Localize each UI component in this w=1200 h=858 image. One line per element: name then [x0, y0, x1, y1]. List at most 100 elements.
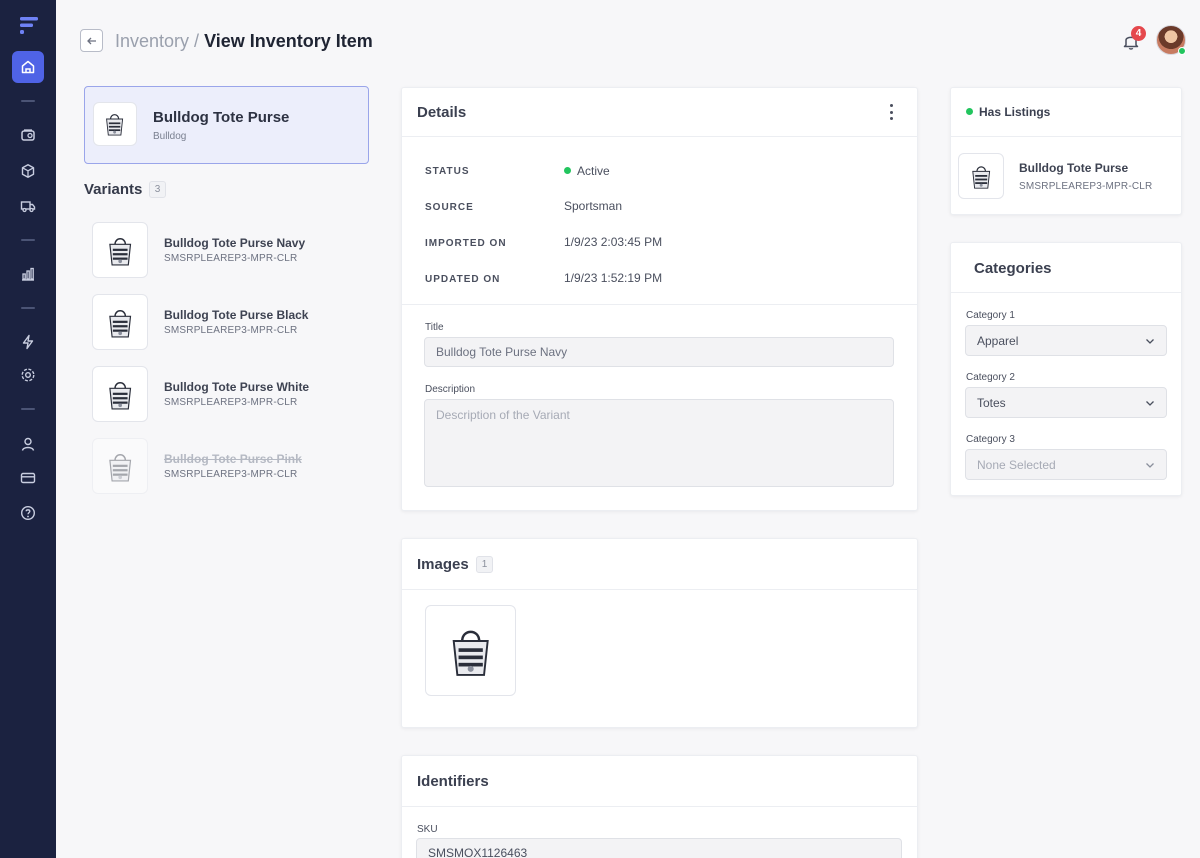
- details-title: Details: [417, 104, 467, 121]
- category-1-label: Category 1: [966, 310, 1015, 321]
- sidebar-divider: [21, 100, 35, 102]
- sidebar-item-inventory[interactable]: [12, 155, 44, 187]
- panel-divider: [401, 806, 918, 807]
- breadcrumb-separator: /: [189, 31, 205, 51]
- sidebar-item-settings[interactable]: [12, 359, 44, 391]
- listing-name[interactable]: Bulldog Tote Purse: [1019, 161, 1128, 175]
- tag-icon: [21, 129, 35, 141]
- category-2-value: Totes: [977, 395, 1006, 410]
- identifiers-title: Identifiers: [417, 773, 489, 790]
- imported-on-value: 1/9/23 2:03:45 PM: [564, 235, 663, 249]
- status-label: STATUS: [425, 166, 470, 177]
- sidebar-divider: [21, 408, 35, 410]
- product-brand: Bulldog: [153, 131, 187, 142]
- user-icon: [21, 437, 35, 451]
- breadcrumb-inventory-link[interactable]: Inventory: [115, 31, 189, 51]
- sku-field-label: SKU: [417, 824, 438, 835]
- listing-thumbnail[interactable]: [958, 153, 1004, 199]
- sidebar-item-listings[interactable]: [12, 119, 44, 151]
- variant-name-disabled[interactable]: Bulldog Tote Purse Pink: [164, 452, 302, 466]
- category-2-label: Category 2: [966, 372, 1015, 383]
- category-1-select[interactable]: Apparel: [965, 325, 1167, 356]
- title-field-label: Title: [425, 322, 444, 333]
- back-button[interactable]: [80, 29, 103, 52]
- sidebar-divider: [21, 307, 35, 309]
- sidebar-item-help[interactable]: [12, 497, 44, 529]
- box-icon: [21, 164, 35, 178]
- title-input[interactable]: Bulldog Tote Purse Navy: [424, 337, 894, 367]
- tote-bag-image: [102, 111, 127, 136]
- category-3-label: Category 3: [966, 434, 1015, 445]
- more-options-icon[interactable]: [890, 104, 894, 120]
- imported-on-label: IMPORTED ON: [425, 238, 507, 249]
- tote-bag-image: [968, 163, 994, 189]
- panel-divider: [950, 292, 1182, 293]
- sidebar-item-account[interactable]: [12, 428, 44, 460]
- variant-thumbnail[interactable]: [92, 294, 148, 350]
- tote-bag-image: [104, 234, 136, 266]
- variant-sku: SMSRPLEAREP3-MPR-CLR: [164, 397, 298, 408]
- variant-name[interactable]: Bulldog Tote Purse White: [164, 380, 309, 394]
- page-title: View Inventory Item: [204, 31, 373, 51]
- sidebar-item-automations[interactable]: [12, 326, 44, 358]
- bar-chart-icon: [22, 267, 34, 281]
- settings-icon: [21, 368, 35, 382]
- breadcrumb: Inventory / View Inventory Item: [115, 30, 373, 52]
- updated-on-value: 1/9/23 1:52:19 PM: [564, 271, 663, 285]
- updated-on-label: UPDATED ON: [425, 274, 501, 285]
- sidebar-item-analytics[interactable]: [12, 258, 44, 290]
- sidebar-divider: [21, 239, 35, 241]
- chevron-down-icon: [1146, 400, 1154, 406]
- arrow-left-icon: [86, 37, 96, 44]
- category-3-select[interactable]: None Selected: [965, 449, 1167, 480]
- help-icon: [20, 505, 36, 521]
- has-listings-label: Has Listings: [979, 105, 1051, 119]
- status-text: Active: [577, 164, 610, 178]
- sidebar-item-shipping[interactable]: [12, 190, 44, 222]
- variants-heading: Variants: [84, 181, 143, 198]
- chevron-down-icon: [1146, 338, 1154, 344]
- tote-bag-image: [104, 306, 136, 338]
- truck-icon: [20, 201, 36, 213]
- images-title: Images: [417, 556, 469, 573]
- variant-sku: SMSRPLEAREP3-MPR-CLR: [164, 469, 298, 480]
- sidebar-item-billing[interactable]: [12, 462, 44, 494]
- source-value: Sportsman: [564, 199, 623, 213]
- online-status-dot: [1178, 47, 1186, 55]
- panel-divider: [401, 136, 918, 137]
- status-active-dot: [564, 167, 571, 174]
- variant-sku: SMSRPLEAREP3-MPR-CLR: [164, 253, 298, 264]
- sku-input[interactable]: SMSMOX1126463: [416, 838, 902, 858]
- images-count-badge: 1: [476, 556, 493, 573]
- variant-thumbnail[interactable]: [92, 438, 148, 494]
- listing-sku: SMSRPLEAREP3-MPR-CLR: [1019, 181, 1153, 192]
- tote-bag-image: [104, 450, 136, 482]
- home-icon: [21, 60, 35, 74]
- variant-name[interactable]: Bulldog Tote Purse Navy: [164, 236, 305, 250]
- notification-count-badge: 4: [1131, 26, 1146, 41]
- panel-divider: [950, 136, 1182, 137]
- category-3-value: None Selected: [977, 457, 1056, 472]
- product-name: Bulldog Tote Purse: [153, 109, 290, 126]
- description-textarea[interactable]: Description of the Variant: [424, 399, 894, 487]
- tote-bag-image: [104, 378, 136, 410]
- panel-divider: [401, 304, 918, 305]
- category-1-value: Apparel: [977, 333, 1019, 348]
- variants-count-badge: 3: [149, 181, 166, 198]
- panel-divider: [401, 589, 918, 590]
- category-2-select[interactable]: Totes: [965, 387, 1167, 418]
- product-thumbnail: [93, 102, 137, 146]
- product-image-tile[interactable]: [425, 605, 516, 696]
- chevron-down-icon: [1146, 462, 1154, 468]
- credit-card-icon: [20, 472, 36, 484]
- tote-bag-image: [444, 624, 497, 677]
- status-value: Active: [564, 164, 610, 178]
- variant-thumbnail[interactable]: [92, 366, 148, 422]
- variant-sku: SMSRPLEAREP3-MPR-CLR: [164, 325, 298, 336]
- categories-title: Categories: [974, 260, 1052, 277]
- variant-name[interactable]: Bulldog Tote Purse Black: [164, 308, 308, 322]
- brand-logo-icon[interactable]: [18, 14, 40, 36]
- source-label: SOURCE: [425, 202, 474, 213]
- variant-thumbnail[interactable]: [92, 222, 148, 278]
- sidebar-item-home[interactable]: [12, 51, 44, 83]
